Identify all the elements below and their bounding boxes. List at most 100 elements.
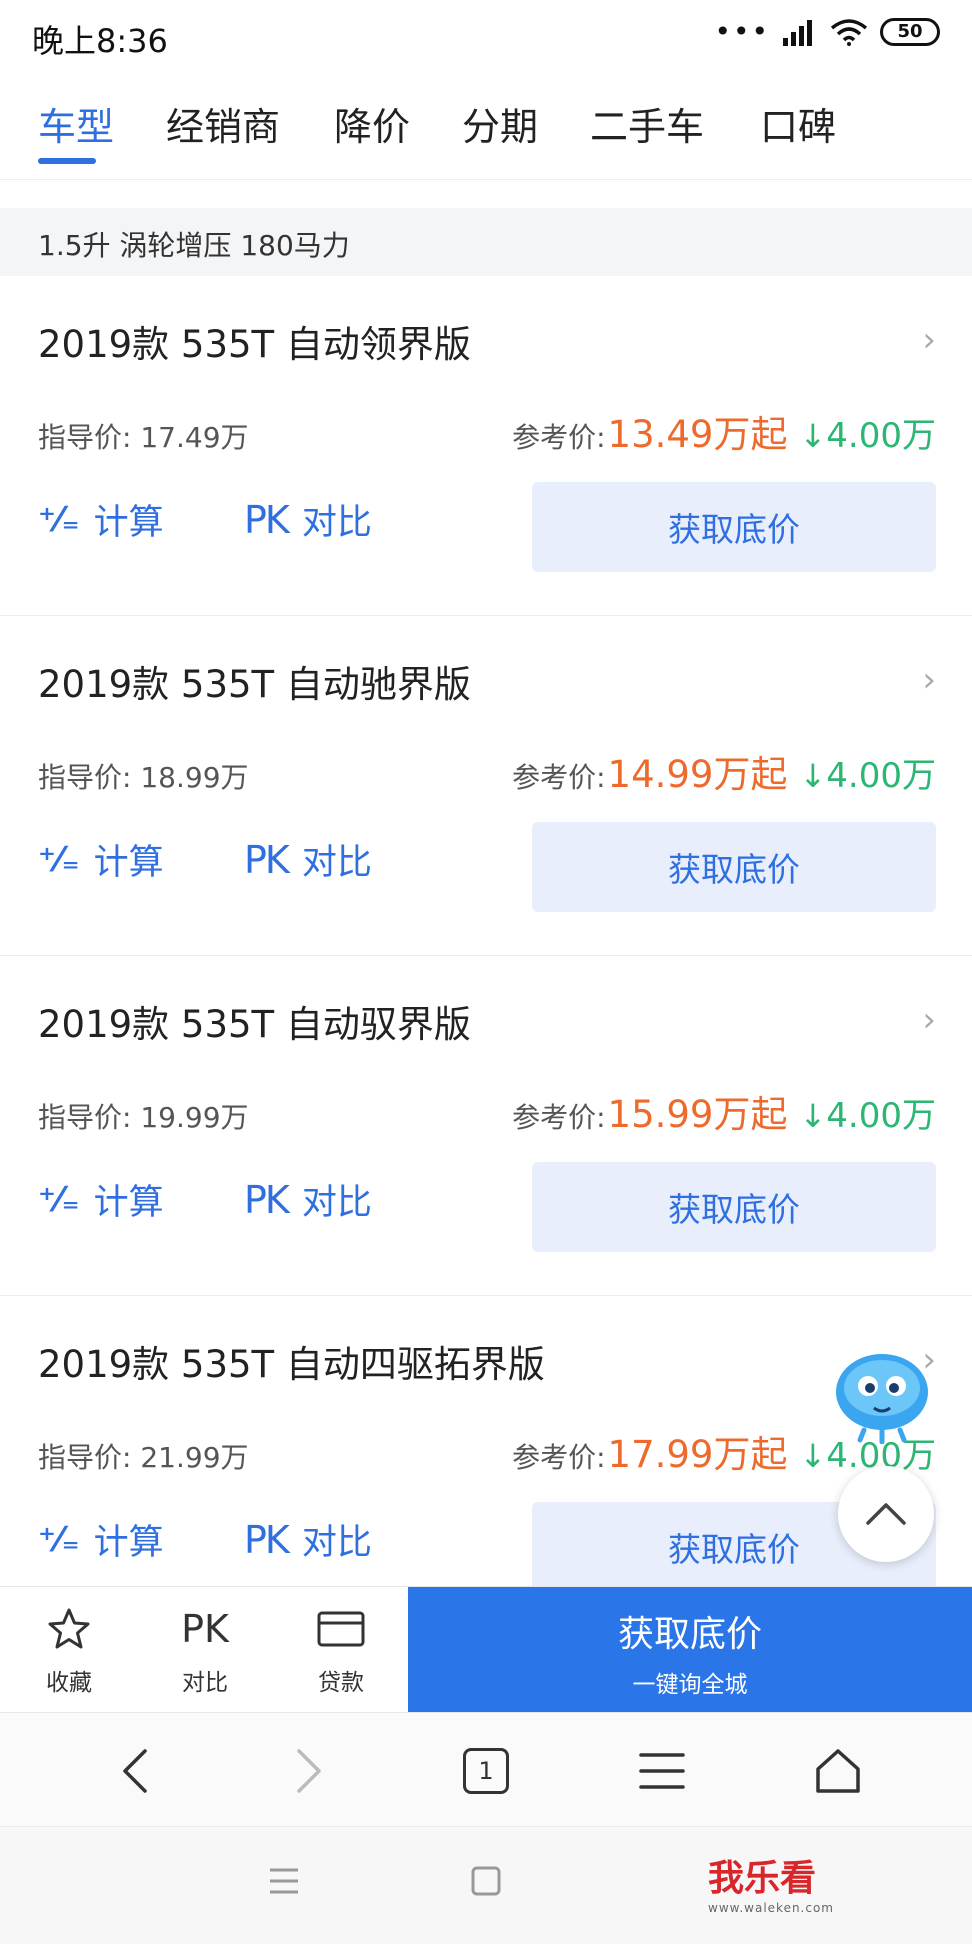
tabs-icon: 1 — [463, 1748, 509, 1794]
tab-installment[interactable]: 分期 — [462, 96, 538, 151]
scroll-top-button[interactable] — [838, 1466, 934, 1562]
watermark-url: www.waleken.com — [708, 1901, 834, 1915]
trim-title[interactable]: 2019款 535T 自动驰界版 — [38, 654, 471, 708]
pk-icon: PK — [244, 497, 290, 542]
trim-card[interactable]: 2019款 535T 自动驭界版 › 指导价: 19.99万 参考价: 15.9… — [0, 956, 972, 1296]
tab-used-car[interactable]: 二手车 — [590, 96, 704, 151]
compare-label: 对比 — [301, 1523, 372, 1563]
tab-car-model[interactable]: 车型 — [38, 96, 114, 151]
ref-price-label: 参考价: — [512, 1441, 606, 1474]
tab-price-drop[interactable]: 降价 — [334, 96, 410, 151]
battery-indicator: 50 — [880, 18, 940, 46]
favorite-button[interactable]: 收藏 — [14, 1601, 124, 1697]
price-drop-value: 4.00万 — [826, 416, 936, 456]
calculate-button[interactable]: ⁺⁄₌ 计算 — [38, 834, 164, 885]
calculate-label: 计算 — [93, 1523, 164, 1563]
trim-card[interactable]: 2019款 535T 自动驰界版 › 指导价: 18.99万 参考价: 14.9… — [0, 616, 972, 956]
mascot-icon[interactable] — [830, 1344, 934, 1445]
calculate-label: 计算 — [93, 503, 164, 543]
calculate-button[interactable]: ⁺⁄₌ 计算 — [38, 494, 164, 545]
get-lowest-price-cta[interactable]: 获取底价 一键询全城 — [408, 1587, 972, 1713]
trim-title[interactable]: 2019款 535T 自动领界版 — [38, 314, 471, 368]
star-icon — [48, 1608, 90, 1649]
calculator-icon: ⁺⁄₌ — [38, 839, 80, 880]
home-icon — [816, 1749, 860, 1793]
ref-price-value: 17.99万起 — [607, 1433, 788, 1476]
chevron-right-icon[interactable]: › — [922, 660, 936, 700]
calculator-icon: ⁺⁄₌ — [38, 1519, 80, 1560]
chevron-right-icon[interactable]: › — [922, 320, 936, 360]
price-drop-value: 4.00万 — [826, 756, 936, 796]
compare-button[interactable]: PK 对比 — [244, 494, 372, 545]
browser-nav-bar: 1 — [0, 1712, 972, 1826]
compare-action-label: 对比 — [182, 1670, 228, 1696]
compare-label: 对比 — [301, 843, 372, 883]
guide-price: 指导价: 17.49万 — [38, 421, 249, 454]
ref-price-label: 参考价: — [512, 761, 606, 794]
arrow-down-icon: ↓ — [799, 417, 827, 455]
calculate-label: 计算 — [93, 843, 164, 883]
trim-title[interactable]: 2019款 535T 自动四驱拓界版 — [38, 1334, 545, 1388]
compare-action-button[interactable]: PK 对比 — [150, 1601, 260, 1697]
home-button[interactable] — [808, 1741, 868, 1801]
calculator-icon: ⁺⁄₌ — [38, 499, 80, 540]
menu-icon — [639, 1753, 685, 1789]
tabs-button[interactable]: 1 — [456, 1741, 516, 1801]
top-tabs: 车型 经销商 降价 分期 二手车 口碑 — [0, 84, 972, 180]
pk-icon: PK — [244, 837, 290, 882]
cta-main-label: 获取底价 — [617, 1614, 762, 1655]
trim-card[interactable]: 2019款 535T 自动四驱拓界版 › 指导价: 21.99万 参考价: 17… — [0, 1296, 972, 1636]
forward-button[interactable] — [280, 1741, 340, 1801]
system-home-button[interactable] — [470, 1865, 502, 1901]
price-drop-value: 4.00万 — [826, 1096, 936, 1136]
signal-icon — [783, 20, 812, 46]
wifi-icon — [830, 19, 868, 46]
get-lowest-price-button[interactable]: 获取底价 — [532, 482, 936, 572]
scroll-top-icon — [866, 1503, 906, 1525]
calculate-button[interactable]: ⁺⁄₌ 计算 — [38, 1514, 164, 1565]
cta-sub-label: 一键询全城 — [632, 1672, 748, 1698]
back-button[interactable] — [104, 1741, 164, 1801]
favorite-label: 收藏 — [46, 1670, 92, 1696]
compare-label: 对比 — [301, 503, 372, 543]
card-icon — [317, 1611, 365, 1647]
status-bar: 晚上8:36 ••• 50 — [0, 0, 972, 72]
compare-button[interactable]: PK 对比 — [244, 1174, 372, 1225]
engine-spec-text: 1.5升 涡轮增压 180马力 — [38, 229, 350, 262]
calculator-icon: ⁺⁄₌ — [38, 1179, 80, 1220]
loan-label: 贷款 — [318, 1670, 364, 1696]
recents-button[interactable] — [268, 1867, 300, 1899]
tab-count: 1 — [478, 1757, 494, 1785]
chevron-right-icon[interactable]: › — [922, 1000, 936, 1040]
trim-card[interactable]: 2019款 535T 自动领界版 › 指导价: 17.49万 参考价: 13.4… — [0, 276, 972, 616]
back-icon — [123, 1749, 147, 1793]
guide-price: 指导价: 21.99万 — [38, 1441, 249, 1474]
ref-price-value: 13.49万起 — [607, 413, 788, 456]
arrow-down-icon: ↓ — [799, 1097, 827, 1135]
ref-price-value: 15.99万起 — [607, 1093, 788, 1136]
get-lowest-price-button[interactable]: 获取底价 — [532, 822, 936, 912]
ref-price-value: 14.99万起 — [607, 753, 788, 796]
menu-button[interactable] — [632, 1741, 692, 1801]
get-lowest-price-button[interactable]: 获取底价 — [532, 1162, 936, 1252]
tab-dealers[interactable]: 经销商 — [166, 96, 280, 151]
guide-price: 指导价: 18.99万 — [38, 761, 249, 794]
compare-button[interactable]: PK 对比 — [244, 1514, 372, 1565]
pk-icon: PK — [244, 1177, 290, 1222]
arrow-down-icon: ↓ — [799, 1437, 827, 1475]
calculate-label: 计算 — [93, 1183, 164, 1223]
reference-price: 参考价: 13.49万起 ↓ 4.00万 — [512, 404, 936, 458]
guide-price: 指导价: 19.99万 — [38, 1101, 249, 1134]
tab-reviews[interactable]: 口碑 — [760, 96, 836, 151]
active-tab-indicator — [38, 158, 96, 164]
more-dots-icon: ••• — [714, 15, 770, 48]
trim-title[interactable]: 2019款 535T 自动驭界版 — [38, 994, 471, 1048]
recents-menu-icon — [270, 1868, 298, 1894]
loan-button[interactable]: 贷款 — [286, 1601, 396, 1697]
reference-price: 参考价: 14.99万起 ↓ 4.00万 — [512, 744, 936, 798]
square-home-icon — [471, 1866, 501, 1896]
reference-price: 参考价: 15.99万起 ↓ 4.00万 — [512, 1084, 936, 1138]
compare-label: 对比 — [301, 1183, 372, 1223]
compare-button[interactable]: PK 对比 — [244, 834, 372, 885]
calculate-button[interactable]: ⁺⁄₌ 计算 — [38, 1174, 164, 1225]
